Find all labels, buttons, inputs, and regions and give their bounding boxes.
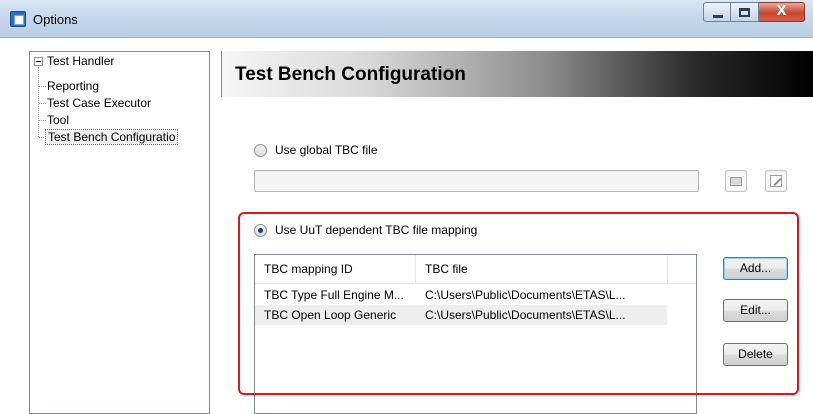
window-title: Options [33,12,78,27]
edit-file-button[interactable] [765,170,787,192]
tree-node-test-case-executor[interactable]: Test Case Executor [47,96,151,110]
add-button[interactable]: Add... [723,257,788,280]
maximize-button[interactable] [731,2,759,22]
tree-connector [39,120,46,121]
browse-button[interactable] [725,170,747,192]
uut-mapping-radio[interactable] [254,224,267,237]
cell-tbc-file: C:\Users\Public\Documents\ETAS\L... [425,308,626,322]
tree-node-test-handler[interactable]: Test Handler [47,54,114,68]
global-tbc-label[interactable]: Use global TBC file [275,143,378,157]
tree-node-test-bench-configuration[interactable]: Test Bench Configuratio [45,129,179,145]
list-header: TBC mapping ID TBC file [255,255,696,284]
delete-button[interactable]: Delete [723,343,788,366]
tree-node-reporting[interactable]: Reporting [47,79,99,93]
maximize-icon [739,8,750,17]
edit-button[interactable]: Edit... [723,299,788,322]
minimize-icon [713,15,723,18]
folder-icon [730,177,742,186]
table-row[interactable]: TBC Type Full Engine M... C:\Users\Publi… [255,285,667,305]
app-icon [10,11,26,27]
cell-mapping-id: TBC Open Loop Generic [264,308,397,322]
tree-connector [39,103,46,104]
title-bar: Options X [0,0,813,38]
uut-mapping-label[interactable]: Use UuT dependent TBC file mapping [275,223,477,237]
table-row[interactable]: TBC Open Loop Generic C:\Users\Public\Do… [255,305,667,325]
tree-connector [38,67,39,137]
tree-node-tool[interactable]: Tool [47,113,69,127]
column-divider[interactable] [415,255,416,284]
collapse-icon[interactable] [34,57,43,66]
global-tbc-path-field[interactable] [254,170,699,192]
tbc-mapping-list[interactable]: TBC mapping ID TBC file TBC Type Full En… [254,254,697,414]
global-tbc-radio[interactable] [254,144,267,157]
column-divider[interactable] [667,255,668,284]
tree-connector [39,86,46,87]
minimize-button[interactable] [703,2,731,22]
cell-tbc-file: C:\Users\Public\Documents\ETAS\L... [425,288,626,302]
column-header-mapping-id[interactable]: TBC mapping ID [264,262,353,276]
close-button[interactable]: X [759,2,805,22]
column-header-tbc-file[interactable]: TBC file [425,262,468,276]
page-title: Test Bench Configuration [235,64,466,85]
window-controls: X [703,2,805,24]
page-header: Test Bench Configuration [221,51,813,97]
close-icon: X [776,4,787,19]
edit-file-icon [770,175,782,187]
cell-mapping-id: TBC Type Full Engine M... [264,288,404,302]
options-tree[interactable]: Test Handler Reporting Test Case Executo… [29,51,210,414]
